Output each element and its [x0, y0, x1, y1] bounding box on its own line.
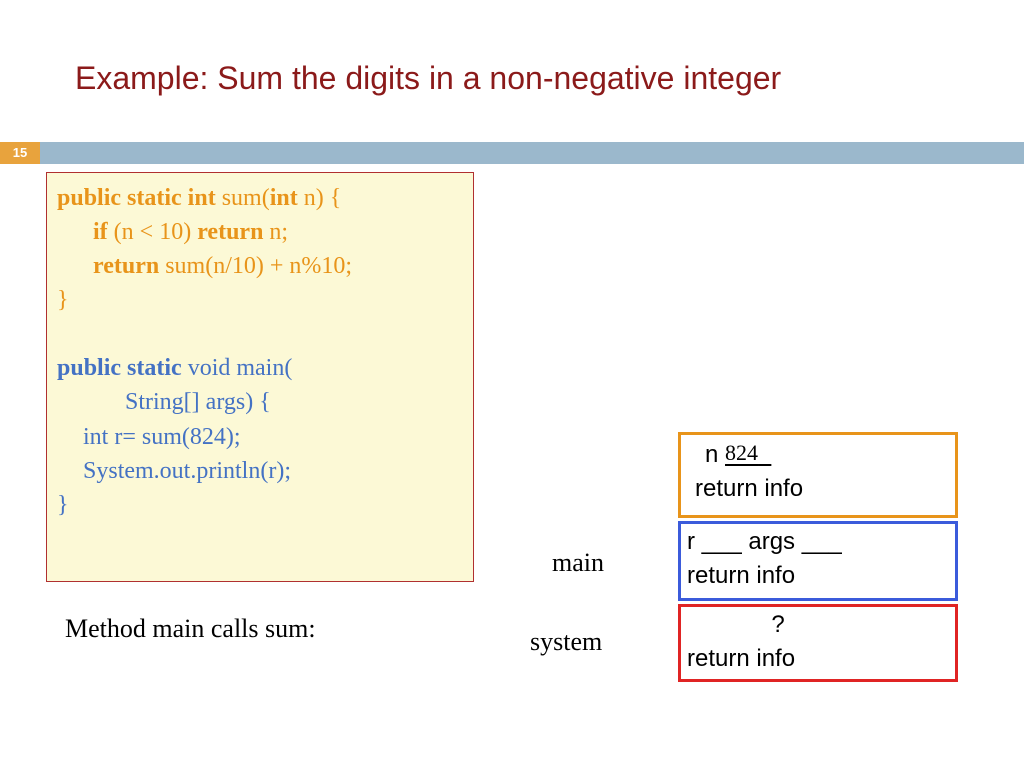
keyword: public static int	[57, 185, 222, 211]
code-line: }	[57, 488, 463, 522]
header-bar	[40, 142, 1024, 164]
slide-title: Example: Sum the digits in a non-negativ…	[75, 60, 781, 97]
stack-frame-main: r ___ args ___ return info	[678, 521, 958, 601]
blank-line	[57, 317, 463, 351]
code-text: int r= sum(824);	[83, 424, 241, 450]
code-line: if (n < 10) return n;	[57, 215, 463, 249]
frame-row: return info	[687, 562, 949, 590]
var-value: 824	[725, 440, 758, 465]
code-line: public static int sum(int n) {	[57, 181, 463, 215]
stack-frame-sum: n 824 return info	[678, 432, 958, 518]
code-text: (n < 10)	[114, 219, 198, 245]
frame-row: return info	[687, 645, 949, 673]
stack-frame-system: ? return info	[678, 604, 958, 682]
code-line: String[] args) {	[57, 385, 463, 419]
code-text: n) {	[304, 185, 342, 211]
code-text: void main(	[188, 355, 293, 381]
keyword: int	[270, 185, 304, 211]
keyword: if	[93, 219, 114, 245]
code-line: return sum(n/10) + n%10;	[57, 249, 463, 283]
keyword: return	[93, 253, 165, 279]
code-line: public static void main(	[57, 351, 463, 385]
label-system: system	[530, 627, 602, 657]
code-line: }	[57, 283, 463, 317]
keyword: public static	[57, 355, 188, 381]
frame-row: return info	[691, 475, 945, 503]
code-text: sum(	[222, 185, 270, 211]
code-text: System.out.println(r);	[83, 458, 291, 484]
keyword: return	[197, 219, 269, 245]
code-line: System.out.println(r);	[57, 454, 463, 488]
label-main: main	[552, 548, 604, 578]
var-label: n	[705, 441, 725, 468]
caption-text: Method main calls sum:	[65, 614, 316, 644]
code-box: public static int sum(int n) { if (n < 1…	[46, 172, 474, 582]
code-line: int r= sum(824);	[57, 420, 463, 454]
frame-row: n 824	[691, 441, 945, 469]
code-text: sum(n/10) + n%10;	[165, 253, 352, 279]
code-text: String[] args) {	[125, 389, 271, 415]
code-text: n;	[269, 219, 288, 245]
page-number-badge: 15	[0, 142, 40, 164]
frame-row: ?	[687, 611, 949, 639]
frame-row: r ___ args ___	[687, 528, 949, 556]
